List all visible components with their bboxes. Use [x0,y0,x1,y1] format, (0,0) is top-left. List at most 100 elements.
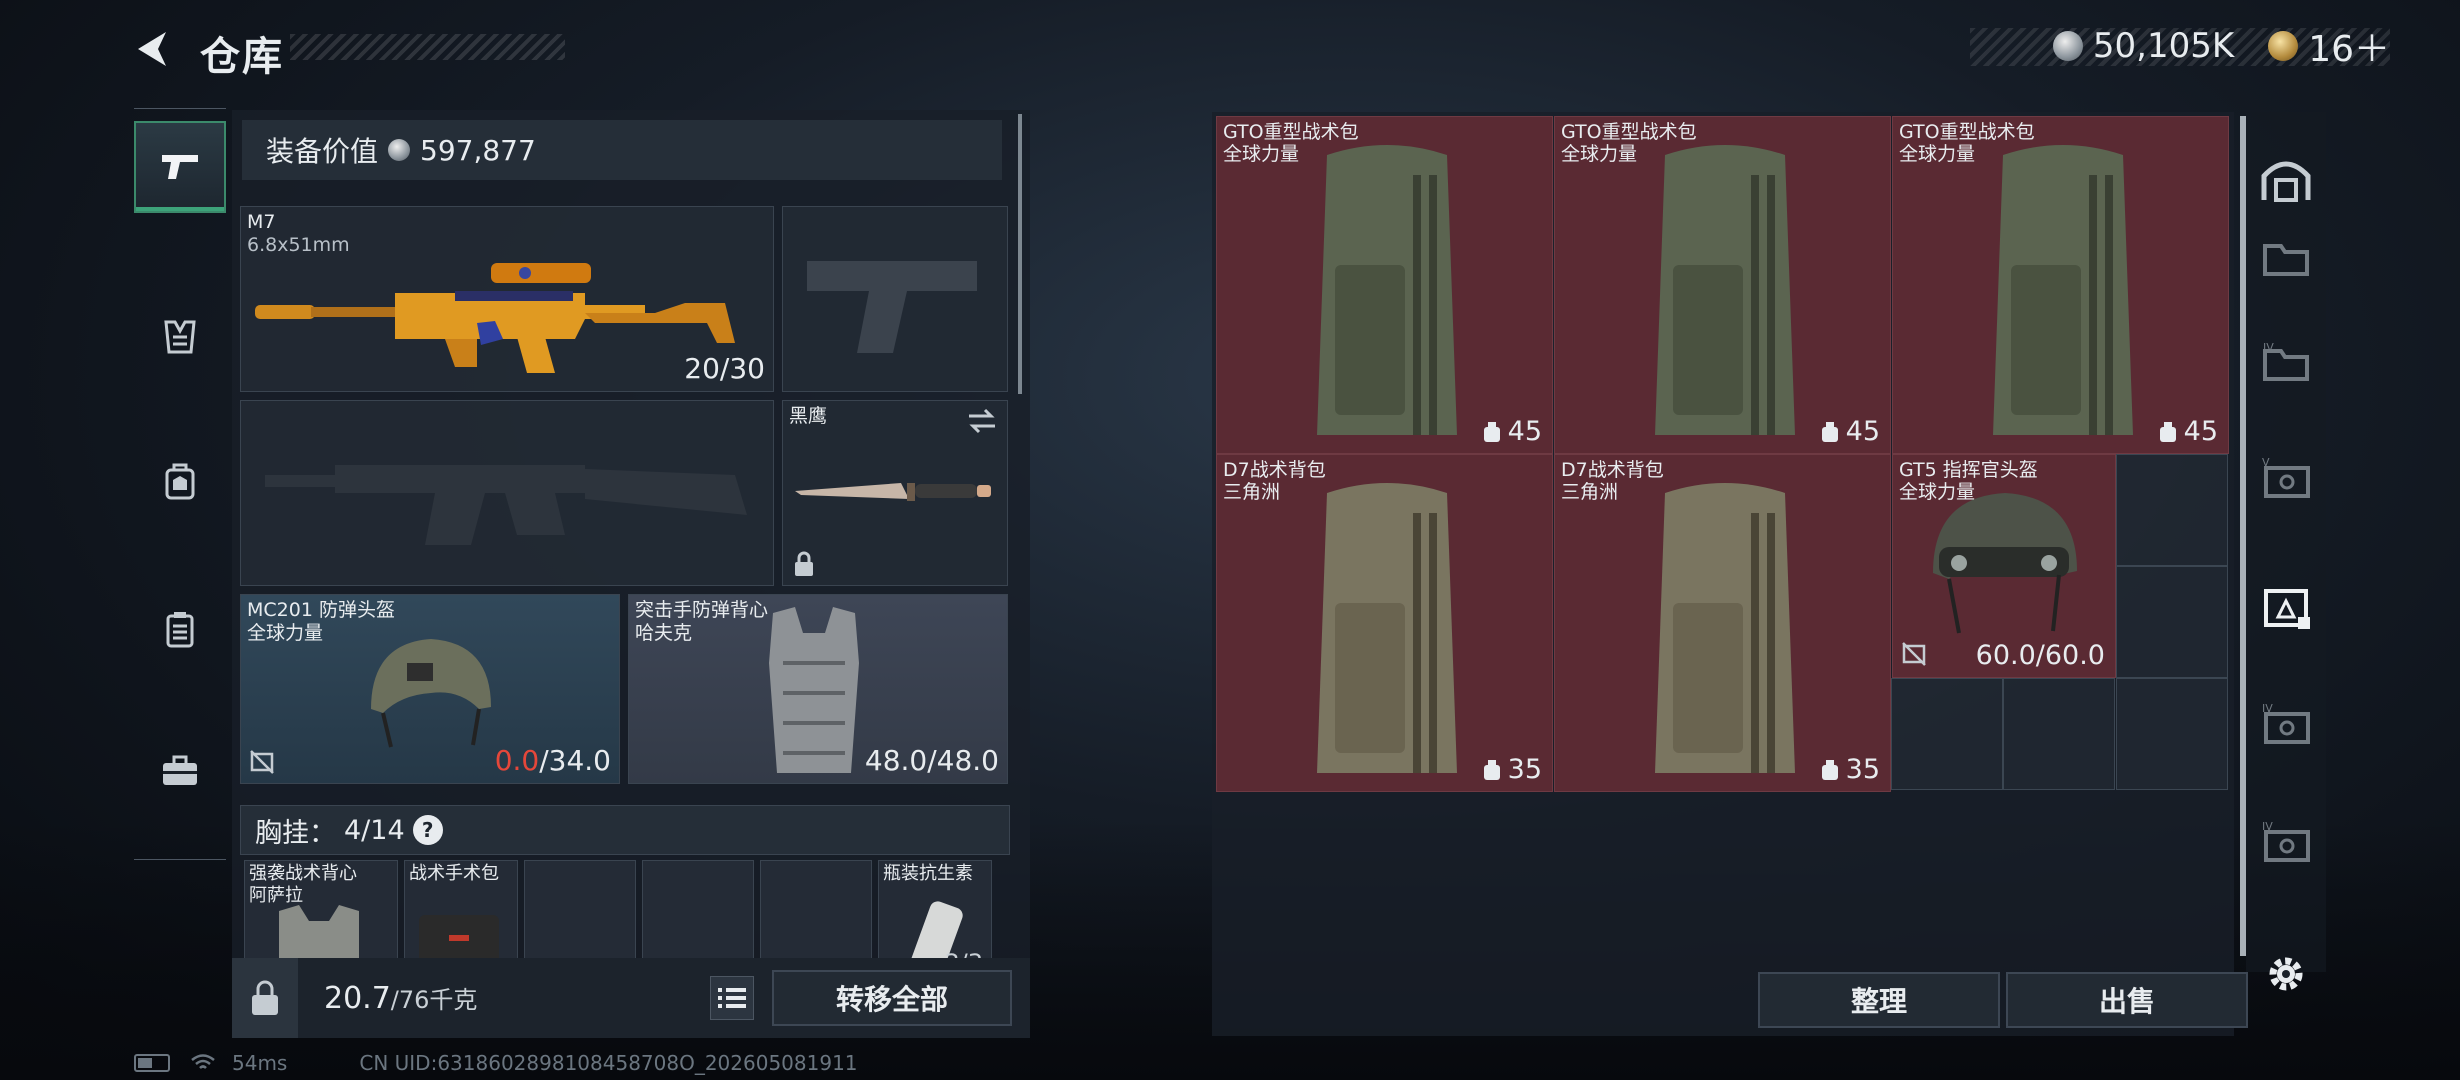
rifle-silhouette-icon [265,465,747,545]
capacity-icon [2159,421,2176,442]
helmet-icon [1933,493,2077,634]
empty-cell[interactable] [1891,678,2003,790]
item-capacity: 45 [1482,416,1542,447]
pistol-silhouette-icon [807,261,977,353]
swap-icon[interactable] [967,407,997,435]
equipment-value-label: 装备价值 [266,135,379,168]
briefcase-icon [163,755,197,785]
sidearm-slot[interactable] [782,206,1008,392]
stash-tab[interactable]: IV [2258,696,2314,752]
helmet-icon [371,639,491,748]
weight-bar: 20.7/76千克 转移全部 [232,958,1030,1038]
item-capacity-value: 35 [1845,754,1880,785]
chest-rig-icon [164,320,196,354]
armor-brand: 哈夫克 [635,622,693,644]
stash-item[interactable]: GT5 指挥官头盔 全球力量 60.0/60.0 [1892,454,2116,678]
case-icon: IV [2262,702,2310,744]
back-arrow-icon [138,32,166,66]
currency-display[interactable]: 50,105K 16＋ [2052,24,2390,70]
settings-button[interactable] [2258,946,2314,1002]
gold-coin-icon [2268,31,2299,61]
chest-rig-label: 胸挂： [255,817,336,849]
carry-weight: 20.7/76千克 [324,980,477,1016]
list-view-button[interactable] [710,976,754,1020]
currency-amount: 50,105K [2092,26,2235,66]
svg-text:IV: IV [2262,702,2273,715]
chest-item-slot[interactable]: 强袭战术背心 阿萨拉 [244,860,398,970]
empty-cell[interactable] [2003,678,2115,790]
stash-item[interactable]: D7战术背包 三角洲 35 [1216,454,1553,792]
equipment-value-bar: 装备价值 597,877 [242,120,1002,180]
stash-item[interactable]: GTO重型战术包 全球力量 45 [1892,116,2229,454]
empty-cell[interactable] [2116,454,2228,566]
folder-icon [2263,244,2309,276]
chest-item-slot[interactable]: 瓶装抗生素 3/3 [878,860,992,970]
capacity-icon [1483,421,1500,442]
armor-durability: 48.0/48.0 [864,744,999,777]
vault-icon [2261,161,2311,202]
wifi-icon [191,1054,215,1069]
rail-chest-rig-tab[interactable] [134,291,226,383]
stash-tab[interactable]: IV [2258,334,2314,390]
item-durability: 60.0/60.0 [1975,640,2105,671]
sell-button[interactable]: 出售 [2006,972,2248,1028]
chest-empty-slot[interactable] [524,860,636,970]
stash-item[interactable]: D7战术背包 三角洲 35 [1554,454,1891,792]
rail-backpack-tab[interactable] [134,435,226,527]
lock-icon [252,980,278,1015]
loadout-scrollbar[interactable] [1018,114,1022,394]
no-repair-icon [250,750,274,774]
chest-item-slot[interactable]: 战术手术包 [404,860,518,970]
empty-cell[interactable] [2116,566,2228,678]
melee-slot[interactable]: 黑鹰 [782,400,1008,586]
chest-rig-bar[interactable]: 胸挂： 4/14 ? [240,805,1010,855]
helmet-slot[interactable]: MC201 防弹头盔 全球力量 0.0/34.0 [240,594,620,784]
folder-icon: IV [2263,341,2309,381]
silver-coin-icon [2052,31,2083,61]
stash-item[interactable]: GTO重型战术包 全球力量 45 [1216,116,1553,454]
back-button[interactable] [130,26,176,72]
no-repair-icon [1902,642,1926,666]
knife-icon [795,483,991,501]
svg-text:IV: IV [2262,820,2273,833]
capacity-icon [1483,759,1500,780]
lock-icon [795,551,813,576]
primary-weapon-slot[interactable]: M7 6.8x51mm 20/30 [240,206,774,392]
svg-text:IV: IV [2263,341,2274,354]
stash-main-tab[interactable] [2258,152,2314,208]
equipment-value: 597,877 [420,133,536,167]
battery-icon [134,1054,170,1072]
body-armor-slot[interactable]: 突击手防弹背心 哈夫克 48.0/48.0 [628,594,1008,784]
chest-empty-slot[interactable] [642,860,754,970]
secondary-weapon-slot[interactable] [240,400,774,586]
stash-tab[interactable]: IV [2258,814,2314,870]
help-icon[interactable]: ? [412,815,443,845]
stash-tab-active[interactable] [2258,578,2314,634]
armor-labels: 突击手防弹背心 哈夫克 [635,599,768,645]
stash-tab-rail: IV V IV IV [2246,112,2326,991]
case-icon: V [2262,456,2310,498]
active-case-icon [2264,589,2310,629]
silver-coin-icon [388,139,411,161]
chest-empty-slot[interactable] [760,860,872,970]
rail-case-tab[interactable] [134,725,226,817]
list-icon [718,988,746,1008]
stash-tab[interactable]: V [2258,450,2314,506]
container-icon [166,612,194,648]
rail-weapons-tab[interactable] [134,121,226,213]
helmet-durability-max: /34.0 [539,744,611,777]
chest-item-name: 战术手术包 [409,863,499,884]
assault-rifle-icon [255,263,735,373]
item-capacity: 35 [1482,754,1542,785]
gear-icon [2269,957,2303,991]
lock-button[interactable] [232,958,298,1038]
stash-item[interactable]: GTO重型战术包 全球力量 45 [1554,116,1891,454]
item-capacity: 35 [1820,754,1880,785]
chest-item-name: 强袭战术背心 [249,863,357,884]
rail-container-tab[interactable] [134,583,226,675]
sort-button[interactable]: 整理 [1758,972,2000,1028]
stash-tab[interactable] [2258,230,2314,286]
empty-cell[interactable] [2116,678,2228,790]
case-icon: IV [2262,820,2310,862]
transfer-all-button[interactable]: 转移全部 [772,970,1012,1026]
